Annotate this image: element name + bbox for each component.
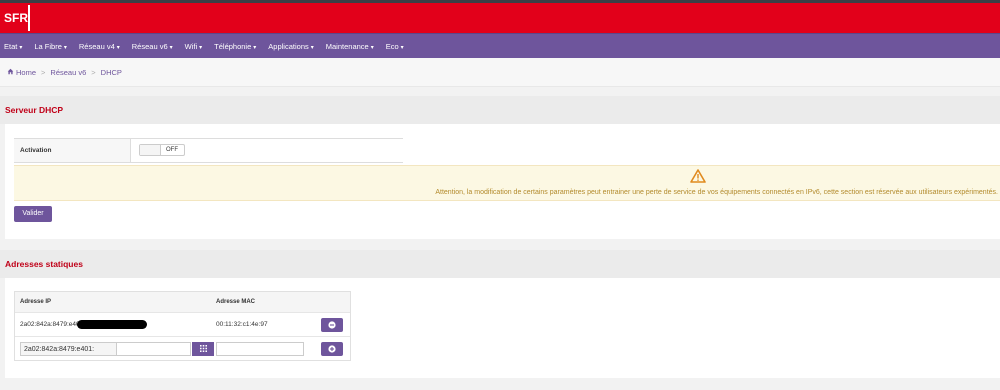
mac-field[interactable]: [216, 341, 304, 356]
breadcrumb-home[interactable]: Home: [16, 68, 36, 77]
main-nav: Etat ▾ La Fibre ▾ Réseau v4 ▾ Réseau v6 ▾ Wi…: [0, 33, 1000, 58]
nav-la-fibre[interactable]: La Fibre ▾: [34, 42, 67, 51]
ip-prefix-field[interactable]: 2a02:842a:8479:e401:: [20, 341, 117, 356]
breadcrumb-separator: >: [91, 67, 96, 77]
caret-down-icon: ▾: [63, 44, 67, 51]
nav-label: Eco: [385, 41, 399, 51]
cell-action: [313, 317, 350, 332]
header-mac: Adresse MAC: [216, 299, 256, 305]
nav-label: Etat: [4, 41, 18, 51]
nav-label: Maintenance: [325, 41, 369, 51]
nav-label: Applications: [268, 41, 309, 51]
minus-circle-icon: [327, 320, 336, 329]
activation-label: Activation: [14, 139, 131, 162]
breadcrumb: Home > Réseau v6 > DHCP: [0, 58, 1000, 87]
toggle-knob: [140, 145, 161, 155]
header-bar: SFR: [0, 3, 1000, 33]
nav-label: Réseau v4: [78, 41, 115, 51]
toggle-state: OFF: [166, 147, 178, 153]
nav-applications[interactable]: Applications ▾: [268, 42, 313, 51]
grid-button[interactable]: [192, 341, 214, 356]
spacer: [0, 87, 1000, 96]
nav-label: Wifi: [184, 41, 198, 51]
breadcrumb-separator: >: [41, 67, 46, 77]
caret-down-icon: ▾: [310, 44, 314, 51]
nav-etat[interactable]: Etat ▾: [4, 42, 22, 51]
cell-mac: 00:11:32:c1:4e:97: [216, 321, 268, 328]
nav-reseau-v4[interactable]: Réseau v4 ▾: [79, 42, 120, 51]
caret-down-icon: ▾: [400, 44, 404, 51]
activation-row: Activation OFF: [14, 138, 403, 163]
nav-label: Réseau v6: [131, 41, 168, 51]
breadcrumb-reseau-v6[interactable]: Réseau v6: [50, 68, 86, 77]
warning-alert: Attention, la modification de certains p…: [14, 165, 1000, 201]
activation-toggle[interactable]: OFF: [139, 144, 185, 156]
table-row: 2a02:842a:8479:e401 00:11:32:c1:4e:97: [15, 312, 350, 336]
nav-reseau-v6[interactable]: Réseau v6 ▾: [132, 42, 173, 51]
section-title-static: Adresses statiques: [0, 250, 1000, 278]
plus-circle-icon: [327, 344, 336, 353]
table-header: Adresse IP Adresse MAC: [15, 292, 350, 312]
add-button[interactable]: [320, 341, 343, 356]
caret-down-icon: ▾: [19, 44, 23, 51]
cell-ip: 2a02:842a:8479:e401: [15, 320, 216, 329]
ip-value: 2a02:842a:8479:e401: [20, 321, 84, 328]
nav-maintenance[interactable]: Maintenance ▾: [326, 42, 374, 51]
cell-mac-input: [216, 341, 313, 356]
remove-button[interactable]: [320, 317, 343, 332]
redaction-mark: [77, 320, 148, 329]
spacer: [0, 239, 1000, 250]
sfr-logo[interactable]: SFR: [4, 5, 30, 31]
header-ip: Adresse IP: [20, 299, 52, 305]
static-table: Adresse IP Adresse MAC 2a02:842a:8479:e4…: [14, 291, 351, 361]
caret-down-icon: ▾: [199, 44, 203, 51]
grid-icon: [199, 345, 207, 352]
nav-label: Téléphonie: [214, 41, 252, 51]
dhcp-panel: Activation OFF Attention, la modificatio…: [5, 124, 1000, 239]
caret-down-icon: ▾: [370, 44, 374, 51]
table-row-new: 2a02:842a:8479:e401:: [15, 336, 350, 360]
breadcrumb-dhcp[interactable]: DHCP: [101, 68, 122, 77]
home-icon[interactable]: [7, 68, 14, 77]
cell-ip-input: 2a02:842a:8479:e401:: [15, 341, 216, 356]
caret-down-icon: ▾: [116, 44, 120, 51]
nav-label: La Fibre: [34, 41, 62, 51]
alert-message: Attention, la modification de certains p…: [435, 189, 998, 196]
static-panel: Adresse IP Adresse MAC 2a02:842a:8479:e4…: [5, 278, 1000, 378]
warning-triangle-icon: [690, 169, 706, 183]
nav-eco[interactable]: Eco ▾: [386, 42, 404, 51]
nav-telephonie[interactable]: Téléphonie ▾: [214, 42, 256, 51]
caret-down-icon: ▾: [253, 44, 257, 51]
cell-add-action: [313, 341, 350, 356]
section-title-dhcp: Serveur DHCP: [0, 96, 1000, 124]
nav-wifi[interactable]: Wifi ▾: [185, 42, 203, 51]
caret-down-icon: ▾: [169, 44, 173, 51]
ip-suffix-field[interactable]: [117, 341, 191, 356]
valider-button[interactable]: Valider: [14, 206, 52, 222]
